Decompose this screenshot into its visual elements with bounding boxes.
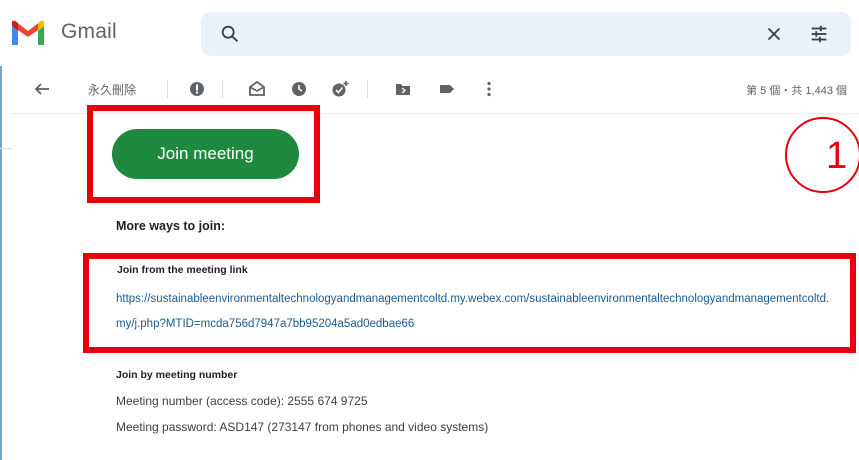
search-icon[interactable] xyxy=(219,23,241,45)
add-task-icon[interactable] xyxy=(330,78,350,100)
gmail-logo-icon[interactable] xyxy=(10,20,46,47)
meeting-password-text: Meeting password: ASD147 (273147 from ph… xyxy=(116,420,489,434)
meeting-link-heading: Join from the meeting link xyxy=(117,264,248,276)
delete-forever-button[interactable]: 永久刪除 xyxy=(88,78,136,100)
top-bar: Gmail xyxy=(0,0,859,66)
message-count: 第 5 個・共 1,443 個 xyxy=(746,85,847,97)
more-vert-icon[interactable] xyxy=(479,78,499,100)
step-marker-circle xyxy=(785,117,859,193)
move-to-icon[interactable] xyxy=(393,78,413,100)
tune-icon[interactable] xyxy=(808,23,830,45)
search-bar[interactable] xyxy=(201,12,851,56)
app-name: Gmail xyxy=(61,20,117,43)
message-toolbar: 永久刪除 第 5 個・共 1,443 個 xyxy=(12,70,859,108)
report-spam-icon[interactable] xyxy=(187,78,207,100)
label-icon[interactable] xyxy=(437,78,457,100)
arrow-left-icon[interactable] xyxy=(32,78,52,100)
step-number: 1 xyxy=(826,135,848,177)
more-ways-heading: More ways to join: xyxy=(116,219,226,233)
toolbar-divider xyxy=(167,80,168,98)
meeting-number-heading: Join by meeting number xyxy=(116,369,238,381)
join-meeting-button[interactable]: Join meeting xyxy=(112,129,299,179)
close-icon[interactable] xyxy=(763,23,785,45)
toolbar-divider xyxy=(367,80,368,98)
meeting-link[interactable]: https://sustainableenvironmentaltechnolo… xyxy=(116,287,832,337)
toolbar-divider xyxy=(222,80,223,98)
snooze-icon[interactable] xyxy=(289,78,309,100)
meeting-number-text: Meeting number (access code): 2555 674 9… xyxy=(116,394,368,408)
sidebar-edge-line xyxy=(0,148,12,149)
mark-unread-icon[interactable] xyxy=(247,78,267,100)
